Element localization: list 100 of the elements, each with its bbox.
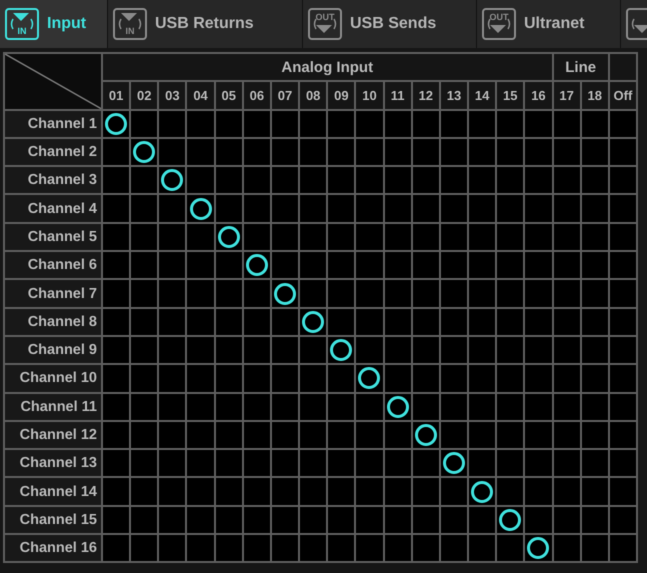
routing-cell[interactable]	[384, 394, 411, 420]
routing-cell[interactable]	[272, 138, 298, 166]
routing-cell[interactable]	[384, 167, 411, 194]
routing-cell[interactable]	[525, 365, 552, 392]
routing-cell[interactable]	[300, 336, 326, 364]
routing-cell[interactable]	[469, 365, 496, 392]
routing-cell[interactable]	[300, 394, 326, 420]
routing-cell[interactable]	[103, 138, 130, 166]
routing-cell[interactable]	[412, 478, 439, 505]
routing-cell[interactable]	[384, 195, 411, 222]
routing-cell[interactable]	[187, 280, 214, 307]
routing-cell[interactable]	[131, 195, 158, 222]
routing-cell[interactable]	[610, 138, 636, 166]
routing-cell[interactable]	[497, 195, 524, 222]
routing-cell[interactable]	[412, 224, 439, 250]
routing-cell[interactable]	[497, 336, 524, 364]
routing-cell[interactable]	[582, 138, 608, 166]
routing-cell[interactable]	[300, 506, 326, 534]
routing-cell[interactable]	[384, 506, 411, 534]
routing-cell[interactable]	[244, 506, 270, 534]
routing-cell[interactable]	[244, 252, 270, 278]
routing-cell[interactable]	[216, 450, 242, 476]
routing-cell[interactable]	[272, 506, 298, 534]
routing-cell[interactable]	[300, 167, 326, 194]
routing-cell[interactable]	[440, 450, 468, 476]
routing-cell[interactable]	[440, 394, 468, 420]
routing-cell[interactable]	[216, 478, 242, 505]
routing-cell[interactable]	[582, 308, 608, 335]
routing-cell[interactable]	[356, 478, 383, 505]
routing-cell[interactable]	[159, 394, 186, 420]
routing-cell[interactable]	[497, 252, 524, 278]
routing-cell[interactable]	[216, 280, 242, 307]
routing-cell[interactable]	[159, 252, 186, 278]
routing-cell[interactable]	[525, 195, 552, 222]
routing-cell[interactable]	[497, 365, 524, 392]
routing-cell[interactable]	[582, 365, 608, 392]
routing-cell[interactable]	[187, 365, 214, 392]
routing-cell[interactable]	[610, 167, 636, 194]
routing-cell[interactable]	[216, 167, 242, 194]
routing-cell[interactable]	[356, 308, 383, 335]
routing-cell[interactable]	[412, 252, 439, 278]
routing-cell[interactable]	[554, 110, 580, 137]
routing-cell[interactable]	[244, 138, 270, 166]
tab[interactable]: OUT Ultranet	[477, 0, 620, 48]
routing-cell[interactable]	[159, 422, 186, 448]
routing-cell[interactable]	[187, 478, 214, 505]
routing-cell[interactable]	[159, 478, 186, 505]
routing-cell[interactable]	[328, 252, 354, 278]
routing-cell[interactable]	[497, 308, 524, 335]
routing-cell[interactable]	[440, 336, 468, 364]
routing-cell[interactable]	[356, 167, 383, 194]
routing-cell[interactable]	[159, 308, 186, 335]
routing-cell[interactable]	[469, 394, 496, 420]
routing-cell[interactable]	[469, 308, 496, 335]
routing-cell[interactable]	[412, 336, 439, 364]
routing-cell[interactable]	[469, 224, 496, 250]
routing-cell[interactable]	[131, 308, 158, 335]
routing-cell[interactable]	[131, 167, 158, 194]
routing-cell[interactable]	[103, 365, 130, 392]
tab[interactable]: IN USB Returns	[108, 0, 302, 48]
routing-cell[interactable]	[525, 138, 552, 166]
routing-cell[interactable]	[187, 252, 214, 278]
routing-cell[interactable]	[525, 506, 552, 534]
routing-cell[interactable]	[159, 195, 186, 222]
routing-cell[interactable]	[103, 280, 130, 307]
routing-cell[interactable]	[554, 280, 580, 307]
routing-cell[interactable]	[272, 252, 298, 278]
routing-cell[interactable]	[554, 252, 580, 278]
routing-cell[interactable]	[469, 167, 496, 194]
routing-cell[interactable]	[610, 280, 636, 307]
routing-cell[interactable]	[582, 535, 608, 562]
routing-cell[interactable]	[159, 506, 186, 534]
routing-cell[interactable]	[412, 167, 439, 194]
routing-cell[interactable]	[497, 422, 524, 448]
routing-cell[interactable]	[131, 138, 158, 166]
tab[interactable]: IN Input	[0, 0, 107, 48]
routing-cell[interactable]	[272, 224, 298, 250]
routing-cell[interactable]	[103, 195, 130, 222]
routing-cell[interactable]	[131, 252, 158, 278]
routing-cell[interactable]	[187, 224, 214, 250]
routing-cell[interactable]	[384, 224, 411, 250]
routing-cell[interactable]	[159, 138, 186, 166]
routing-cell[interactable]	[187, 167, 214, 194]
routing-cell[interactable]	[244, 195, 270, 222]
routing-cell[interactable]	[328, 422, 354, 448]
routing-cell[interactable]	[244, 365, 270, 392]
routing-cell[interactable]	[187, 506, 214, 534]
routing-cell[interactable]	[554, 535, 580, 562]
routing-cell[interactable]	[497, 478, 524, 505]
routing-cell[interactable]	[300, 422, 326, 448]
routing-cell[interactable]	[187, 336, 214, 364]
routing-cell[interactable]	[131, 224, 158, 250]
routing-cell[interactable]	[610, 422, 636, 448]
routing-cell[interactable]	[272, 422, 298, 448]
routing-cell[interactable]	[131, 478, 158, 505]
routing-cell[interactable]	[582, 110, 608, 137]
routing-cell[interactable]	[187, 195, 214, 222]
routing-cell[interactable]	[356, 195, 383, 222]
routing-cell[interactable]	[525, 167, 552, 194]
routing-cell[interactable]	[300, 450, 326, 476]
